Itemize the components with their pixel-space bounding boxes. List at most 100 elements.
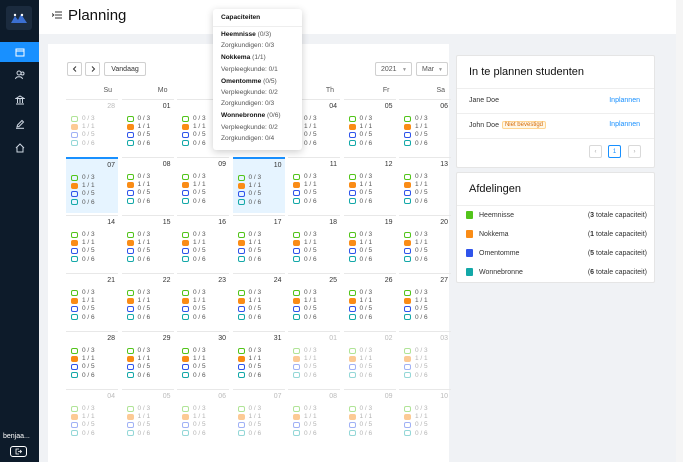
capacity-indicator: 0 / 6 xyxy=(126,314,150,321)
capacity-swatch xyxy=(293,314,300,321)
capacity-indicator: 0 / 6 xyxy=(404,256,428,263)
calendar-day[interactable]: 06 0 / 31 / 10 / 50 / 6 xyxy=(399,99,451,155)
calendar-day[interactable]: 04 0 / 31 / 10 / 50 / 6 xyxy=(66,389,118,445)
tooltip-line: Heemnisse (0/3) xyxy=(221,31,271,38)
calendar-day[interactable]: 21 0 / 31 / 10 / 50 / 6 xyxy=(66,273,118,329)
calendar-day[interactable]: 01 0 / 31 / 10 / 50 / 6 xyxy=(121,99,174,155)
schedule-link[interactable]: Inplannen xyxy=(609,121,640,128)
calendar-day[interactable]: 15 0 / 31 / 10 / 50 / 6 xyxy=(121,215,174,271)
capacity-indicator: 0 / 5 xyxy=(71,305,95,312)
calendar-day[interactable]: 02 0 / 31 / 10 / 50 / 6 xyxy=(343,331,396,387)
nav-home[interactable] xyxy=(0,138,39,158)
sidebar: benjaa... xyxy=(0,0,39,462)
calendar-day[interactable]: 31 0 / 31 / 10 / 50 / 6 xyxy=(232,331,285,387)
day-number: 16 xyxy=(218,219,226,226)
next-page-button[interactable]: › xyxy=(628,145,641,158)
capacity-swatch xyxy=(71,247,78,254)
capacity-value: 0 / 5 xyxy=(193,131,206,139)
capacity-value: 0 / 6 xyxy=(193,429,206,437)
nav-institution[interactable] xyxy=(0,90,39,110)
calendar-day[interactable]: 08 0 / 31 / 10 / 50 / 6 xyxy=(121,157,174,213)
capacity-value: 0 / 6 xyxy=(82,429,95,437)
divider xyxy=(457,88,654,89)
calendar-day[interactable]: 25 0 / 31 / 10 / 50 / 6 xyxy=(288,273,340,329)
calendar-day[interactable]: 18 0 / 31 / 10 / 50 / 6 xyxy=(288,215,340,271)
capacity-indicator: 0 / 5 xyxy=(182,363,206,370)
calendar-day[interactable]: 20 0 / 31 / 10 / 50 / 6 xyxy=(399,215,451,271)
menu-fold-icon[interactable] xyxy=(52,10,62,20)
capacity-swatch xyxy=(126,355,134,362)
calendar-day[interactable]: 29 0 / 31 / 10 / 50 / 6 xyxy=(121,331,174,387)
capacity-value: 0 / 5 xyxy=(304,305,317,313)
calendar-day[interactable]: 09 0 / 31 / 10 / 50 / 6 xyxy=(177,157,229,213)
prev-month-button[interactable] xyxy=(67,62,82,76)
capacity-indicator: 0 / 6 xyxy=(126,198,150,205)
logout-button[interactable] xyxy=(10,446,27,457)
nav-edit[interactable] xyxy=(0,114,39,134)
capacity-value: 0 / 3 xyxy=(304,289,317,296)
capacity-indicator: 1 / 1 xyxy=(293,355,317,362)
calendar-day[interactable]: 16 0 / 31 / 10 / 50 / 6 xyxy=(177,215,229,271)
capacity-indicator: 0 / 6 xyxy=(237,430,261,437)
calendar-day[interactable]: 09 0 / 31 / 10 / 50 / 6 xyxy=(343,389,396,445)
page-button[interactable]: 1 xyxy=(608,145,621,158)
capacity-indicator: 0 / 6 xyxy=(71,430,95,437)
capacity-indicator: 0 / 3 xyxy=(71,289,95,296)
calendar-day[interactable]: 17 0 / 31 / 10 / 50 / 6 xyxy=(232,215,285,271)
calendar-day[interactable]: 01 0 / 31 / 10 / 50 / 6 xyxy=(288,331,340,387)
calendar-day[interactable]: 05 0 / 31 / 10 / 50 / 6 xyxy=(121,389,174,445)
calendar-day[interactable]: 11 0 / 31 / 10 / 50 / 6 xyxy=(288,157,340,213)
year-select[interactable]: 2021 ▼ xyxy=(375,62,412,76)
capacity-indicator: 0 / 6 xyxy=(237,256,261,263)
capacity-swatch xyxy=(182,181,189,188)
calendar-day[interactable]: 10 0 / 31 / 10 / 50 / 6 xyxy=(399,389,451,445)
calendar-day[interactable]: 10 0 / 31 / 10 / 50 / 6 xyxy=(232,157,285,213)
capacity-value: 1 / 1 xyxy=(248,413,262,421)
scrollbar[interactable] xyxy=(676,0,683,462)
calendar-day[interactable]: 22 0 / 31 / 10 / 50 / 6 xyxy=(121,273,174,329)
calendar-day[interactable]: 03 0 / 31 / 10 / 50 / 6 xyxy=(399,331,451,387)
calendar-day[interactable]: 05 0 / 31 / 10 / 50 / 6 xyxy=(343,99,396,155)
calendar-day[interactable]: 28 0 / 31 / 10 / 50 / 6 xyxy=(66,99,118,155)
capacity-indicator: 1 / 1 xyxy=(348,239,372,246)
calendar-day[interactable]: 08 0 / 31 / 10 / 50 / 6 xyxy=(288,389,340,445)
calendar-day[interactable]: 13 0 / 31 / 10 / 50 / 6 xyxy=(399,157,451,213)
calendar-day[interactable]: 28 0 / 31 / 10 / 50 / 6 xyxy=(66,331,118,387)
department-row: Omentomme (5 totale capaciteit) xyxy=(466,249,647,257)
calendar-day[interactable]: 27 0 / 31 / 10 / 50 / 6 xyxy=(399,273,451,329)
capacity-value: 0 / 3 xyxy=(415,405,428,412)
calendar-day[interactable]: 19 0 / 31 / 10 / 50 / 6 xyxy=(343,215,396,271)
capacity-swatch xyxy=(182,123,189,130)
calendar-day[interactable]: 26 0 / 31 / 10 / 50 / 6 xyxy=(343,273,396,329)
capacity-indicator: 0 / 5 xyxy=(404,305,428,312)
capacity-value: 1 / 1 xyxy=(415,181,428,189)
capacity-value: 0 / 5 xyxy=(82,131,95,139)
schedule-link[interactable]: Inplannen xyxy=(609,97,640,104)
capacity-value: 1 / 1 xyxy=(82,182,95,190)
next-month-button[interactable] xyxy=(85,62,100,76)
month-select[interactable]: Mar ▼ xyxy=(416,62,448,76)
app-logo[interactable] xyxy=(6,6,32,30)
calendar-day[interactable]: 06 0 / 31 / 10 / 50 / 6 xyxy=(177,389,229,445)
nav-users[interactable] xyxy=(0,65,39,85)
today-button[interactable]: Vandaag xyxy=(104,62,146,76)
capacity-indicator: 0 / 6 xyxy=(348,140,372,147)
calendar-day[interactable]: 30 0 / 31 / 10 / 50 / 6 xyxy=(177,331,229,387)
capacity-swatch xyxy=(182,305,189,312)
calendar-day[interactable]: 23 0 / 31 / 10 / 50 / 6 xyxy=(177,273,229,329)
calendar-day[interactable]: 12 0 / 31 / 10 / 50 / 6 xyxy=(343,157,396,213)
capacity-swatch xyxy=(293,181,300,188)
calendar-day[interactable]: 07 0 / 31 / 10 / 50 / 6 xyxy=(66,157,118,213)
calendar-day[interactable]: 24 0 / 31 / 10 / 50 / 6 xyxy=(232,273,285,329)
capacity-swatch xyxy=(237,239,245,246)
calendar-day[interactable]: 14 0 / 31 / 10 / 50 / 6 xyxy=(66,215,118,271)
capacity-swatch xyxy=(182,314,189,321)
prev-page-button[interactable]: ‹ xyxy=(589,145,602,158)
capacity-indicator: 1 / 1 xyxy=(71,413,95,420)
nav-calendar[interactable] xyxy=(0,42,39,62)
capacity-indicator: 1 / 1 xyxy=(348,413,372,420)
capacity-label: totale capaciteit) xyxy=(594,249,647,257)
capacity-swatch xyxy=(126,239,134,246)
calendar-day[interactable]: 07 0 / 31 / 10 / 50 / 6 xyxy=(232,389,285,445)
capacity-swatch xyxy=(293,231,300,238)
